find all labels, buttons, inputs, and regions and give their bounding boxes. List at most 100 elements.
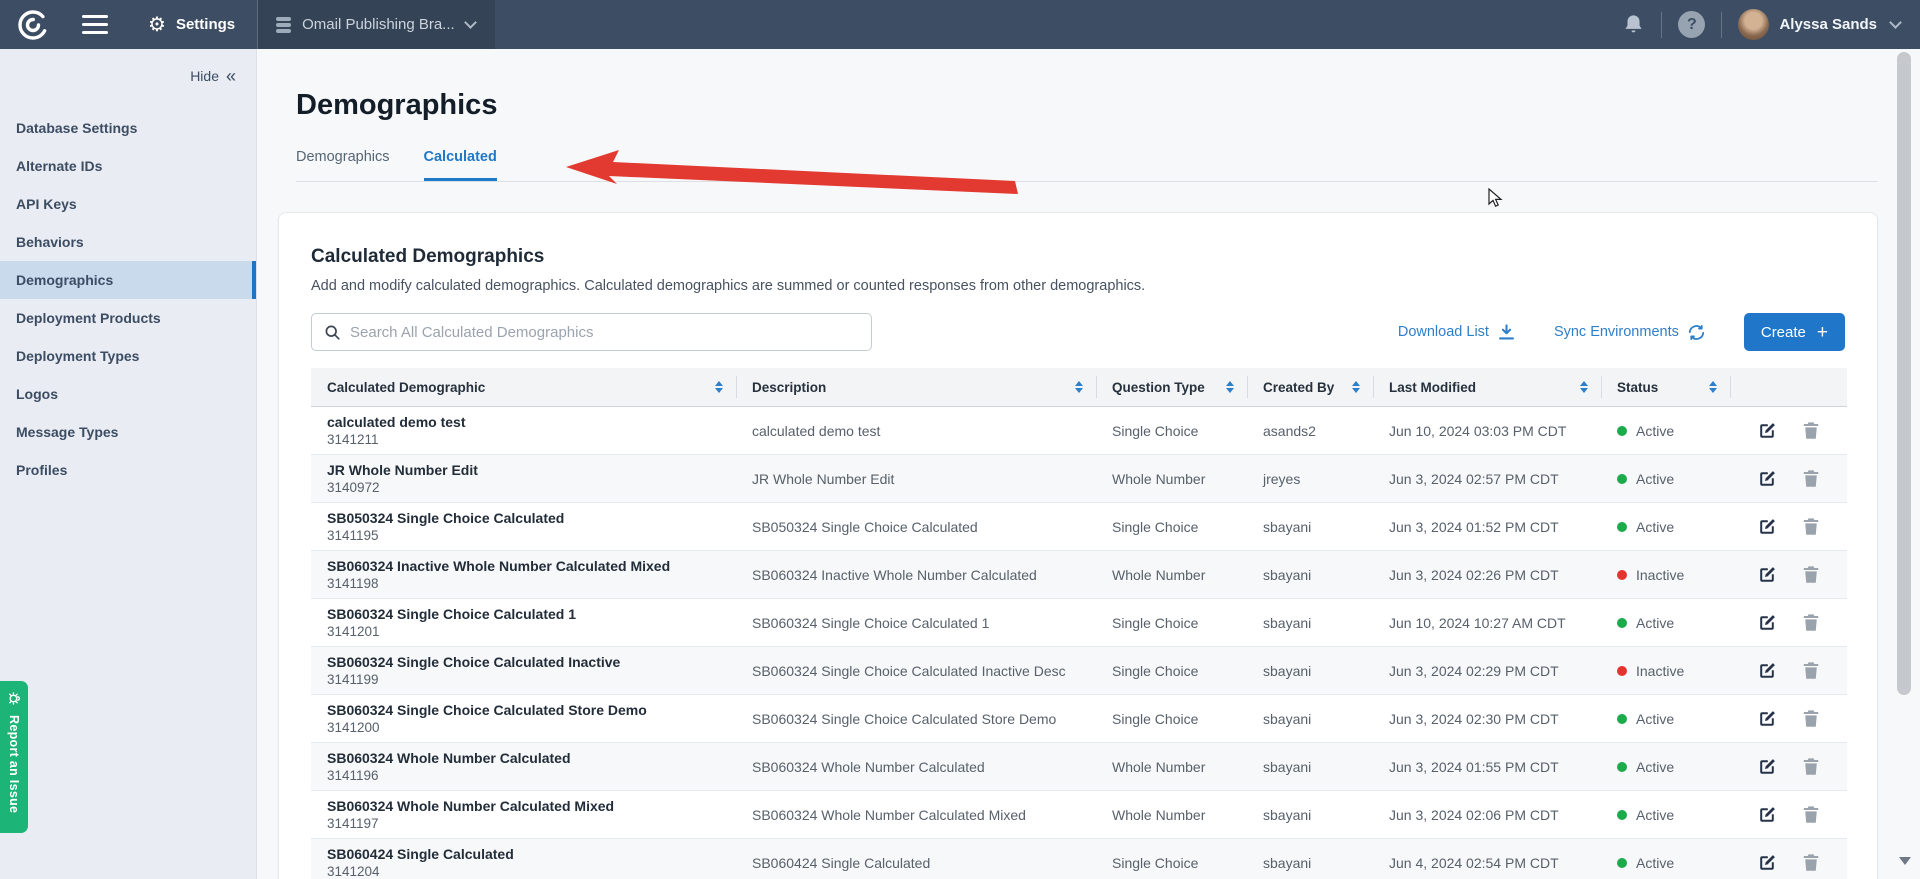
delete-icon[interactable]: [1802, 853, 1820, 872]
cell-actions: [1730, 517, 1847, 537]
help-icon[interactable]: ?: [1678, 11, 1705, 38]
app-logo-icon[interactable]: [14, 6, 52, 44]
cell-status: Active: [1601, 519, 1730, 535]
delete-icon[interactable]: [1802, 757, 1820, 776]
sort-icon[interactable]: [1226, 381, 1234, 394]
delete-icon[interactable]: [1802, 517, 1820, 536]
sort-icon[interactable]: [1709, 381, 1717, 394]
sidebar-item-deployment-products[interactable]: Deployment Products: [0, 299, 256, 337]
edit-icon[interactable]: [1757, 709, 1777, 729]
delete-icon[interactable]: [1802, 469, 1820, 488]
table-row[interactable]: SB060324 Whole Number Calculated Mixed 3…: [311, 791, 1847, 839]
cell-description: SB060324 Whole Number Calculated: [736, 759, 1096, 775]
sidebar-item-profiles[interactable]: Profiles: [0, 451, 256, 489]
download-list-label: Download List: [1398, 324, 1489, 340]
table-row[interactable]: calculated demo test 3141211 calculated …: [311, 407, 1847, 455]
user-avatar[interactable]: [1738, 9, 1769, 40]
edit-icon[interactable]: [1757, 805, 1777, 825]
column-header-description[interactable]: Description: [736, 368, 1096, 406]
delete-icon[interactable]: [1802, 421, 1820, 440]
edit-icon[interactable]: [1757, 421, 1777, 441]
notifications-bell-icon[interactable]: [1622, 13, 1645, 36]
column-header-created-by[interactable]: Created By: [1247, 368, 1373, 406]
divider: [1661, 12, 1662, 38]
table-row[interactable]: SB060324 Single Choice Calculated Store …: [311, 695, 1847, 743]
edit-icon[interactable]: [1757, 517, 1777, 537]
report-an-issue-button[interactable]: Report an Issue: [0, 681, 28, 833]
table-row[interactable]: SB060324 Whole Number Calculated 3141196…: [311, 743, 1847, 791]
menu-hamburger-icon[interactable]: [82, 15, 108, 34]
search-input[interactable]: [350, 324, 859, 341]
delete-icon[interactable]: [1802, 613, 1820, 632]
sidebar-item-deployment-types[interactable]: Deployment Types: [0, 337, 256, 375]
delete-icon[interactable]: [1802, 661, 1820, 680]
sync-environments-button[interactable]: Sync Environments: [1554, 323, 1706, 342]
tab-demographics[interactable]: Demographics: [296, 149, 390, 181]
edit-icon[interactable]: [1757, 469, 1777, 489]
sort-icon[interactable]: [1352, 381, 1360, 394]
delete-icon[interactable]: [1802, 565, 1820, 584]
column-header-calculated-demographic[interactable]: Calculated Demographic: [311, 368, 736, 406]
delete-icon[interactable]: [1802, 709, 1820, 728]
tab-calculated[interactable]: Calculated: [424, 149, 497, 181]
sidebar-item-label: Deployment Types: [16, 348, 139, 364]
sidebar-hide-button[interactable]: Hide «: [0, 49, 256, 85]
cell-calculated-demographic: SB050324 Single Choice Calculated 314119…: [311, 510, 736, 543]
user-name: Alyssa Sands: [1779, 16, 1877, 33]
table-row[interactable]: SB060324 Single Choice Calculated Inacti…: [311, 647, 1847, 695]
cell-calculated-demographic: SB060324 Single Choice Calculated 1 3141…: [311, 606, 736, 639]
edit-icon[interactable]: [1757, 853, 1777, 873]
cell-last-modified: Jun 4, 2024 02:54 PM CDT: [1373, 855, 1601, 871]
cell-question-type: Single Choice: [1096, 711, 1247, 727]
cell-description: SB060324 Single Choice Calculated Store …: [736, 711, 1096, 727]
sidebar-item-behaviors[interactable]: Behaviors: [0, 223, 256, 261]
column-header-status[interactable]: Status: [1601, 368, 1730, 406]
cell-calculated-demographic: SB060324 Inactive Whole Number Calculate…: [311, 558, 736, 591]
vertical-scrollbar[interactable]: [1897, 52, 1911, 695]
status-dot: [1617, 426, 1627, 436]
delete-icon[interactable]: [1802, 805, 1820, 824]
settings-nav[interactable]: ⚙ Settings: [148, 15, 235, 35]
sidebar-item-message-types[interactable]: Message Types: [0, 413, 256, 451]
table-row[interactable]: SB050324 Single Choice Calculated 314119…: [311, 503, 1847, 551]
table-row[interactable]: SB060324 Inactive Whole Number Calculate…: [311, 551, 1847, 599]
demographic-name: SB060324 Inactive Whole Number Calculate…: [327, 558, 720, 574]
user-chevron-down-icon[interactable]: [1889, 16, 1902, 29]
sort-icon[interactable]: [1580, 381, 1588, 394]
column-header-last-modified[interactable]: Last Modified: [1373, 368, 1601, 406]
cell-created-by: sbayani: [1247, 855, 1373, 871]
cell-question-type: Whole Number: [1096, 759, 1247, 775]
edit-icon[interactable]: [1757, 565, 1777, 585]
create-button[interactable]: Create +: [1744, 313, 1845, 351]
bug-icon: [6, 690, 23, 707]
search-box[interactable]: [311, 313, 872, 351]
sidebar-nav: Database Settings Alternate IDs API Keys…: [0, 109, 256, 489]
table-row[interactable]: SB060424 Single Calculated 3141204 SB060…: [311, 839, 1847, 879]
sidebar-item-api-keys[interactable]: API Keys: [0, 185, 256, 223]
sync-icon: [1687, 323, 1706, 342]
edit-icon[interactable]: [1757, 757, 1777, 777]
cell-calculated-demographic: SB060324 Single Choice Calculated Inacti…: [311, 654, 736, 687]
table-row[interactable]: SB060324 Single Choice Calculated 1 3141…: [311, 599, 1847, 647]
column-header-question-type[interactable]: Question Type: [1096, 368, 1247, 406]
edit-icon[interactable]: [1757, 613, 1777, 633]
search-icon: [324, 324, 341, 341]
edit-icon[interactable]: [1757, 661, 1777, 681]
cell-actions: [1730, 709, 1847, 729]
sidebar-item-label: Database Settings: [16, 120, 137, 136]
brand-selector[interactable]: Omail Publishing Bra...: [257, 0, 495, 49]
sidebar-item-alternate-ids[interactable]: Alternate IDs: [0, 147, 256, 185]
sidebar-item-database-settings[interactable]: Database Settings: [0, 109, 256, 147]
report-an-issue-label: Report an Issue: [7, 715, 21, 813]
download-list-button[interactable]: Download List: [1398, 323, 1516, 342]
sort-icon[interactable]: [715, 381, 723, 394]
sidebar-item-logos[interactable]: Logos: [0, 375, 256, 413]
table-row[interactable]: JR Whole Number Edit 3140972 JR Whole Nu…: [311, 455, 1847, 503]
sort-icon[interactable]: [1075, 381, 1083, 394]
cell-calculated-demographic: SB060324 Whole Number Calculated 3141196: [311, 750, 736, 783]
sidebar-item-demographics[interactable]: Demographics: [0, 261, 256, 299]
demographic-name: JR Whole Number Edit: [327, 462, 720, 478]
scrollbar-down-arrow[interactable]: [1899, 857, 1911, 865]
database-icon: [276, 17, 291, 33]
settings-label: Settings: [176, 16, 235, 33]
